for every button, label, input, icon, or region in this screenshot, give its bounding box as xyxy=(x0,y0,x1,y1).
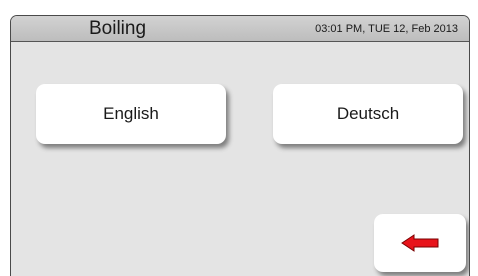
datetime-display: 03:01 PM, TUE 12, Feb 2013 xyxy=(315,23,458,35)
deutsch-label: Deutsch xyxy=(336,104,400,123)
english-label: English xyxy=(103,104,159,123)
english-language-button[interactable]: English xyxy=(36,84,226,144)
content-area: English Deutsch xyxy=(11,42,469,276)
page-title: Boiling xyxy=(89,18,147,39)
left-arrow-icon xyxy=(401,234,439,252)
deutsch-language-button[interactable]: Deutsch xyxy=(273,84,463,144)
back-button[interactable] xyxy=(374,214,466,272)
title-bar: Boiling 03:01 PM, TUE 12, Feb 2013 xyxy=(11,16,469,42)
device-screen: Boiling 03:01 PM, TUE 12, Feb 2013 Engli… xyxy=(10,15,470,276)
